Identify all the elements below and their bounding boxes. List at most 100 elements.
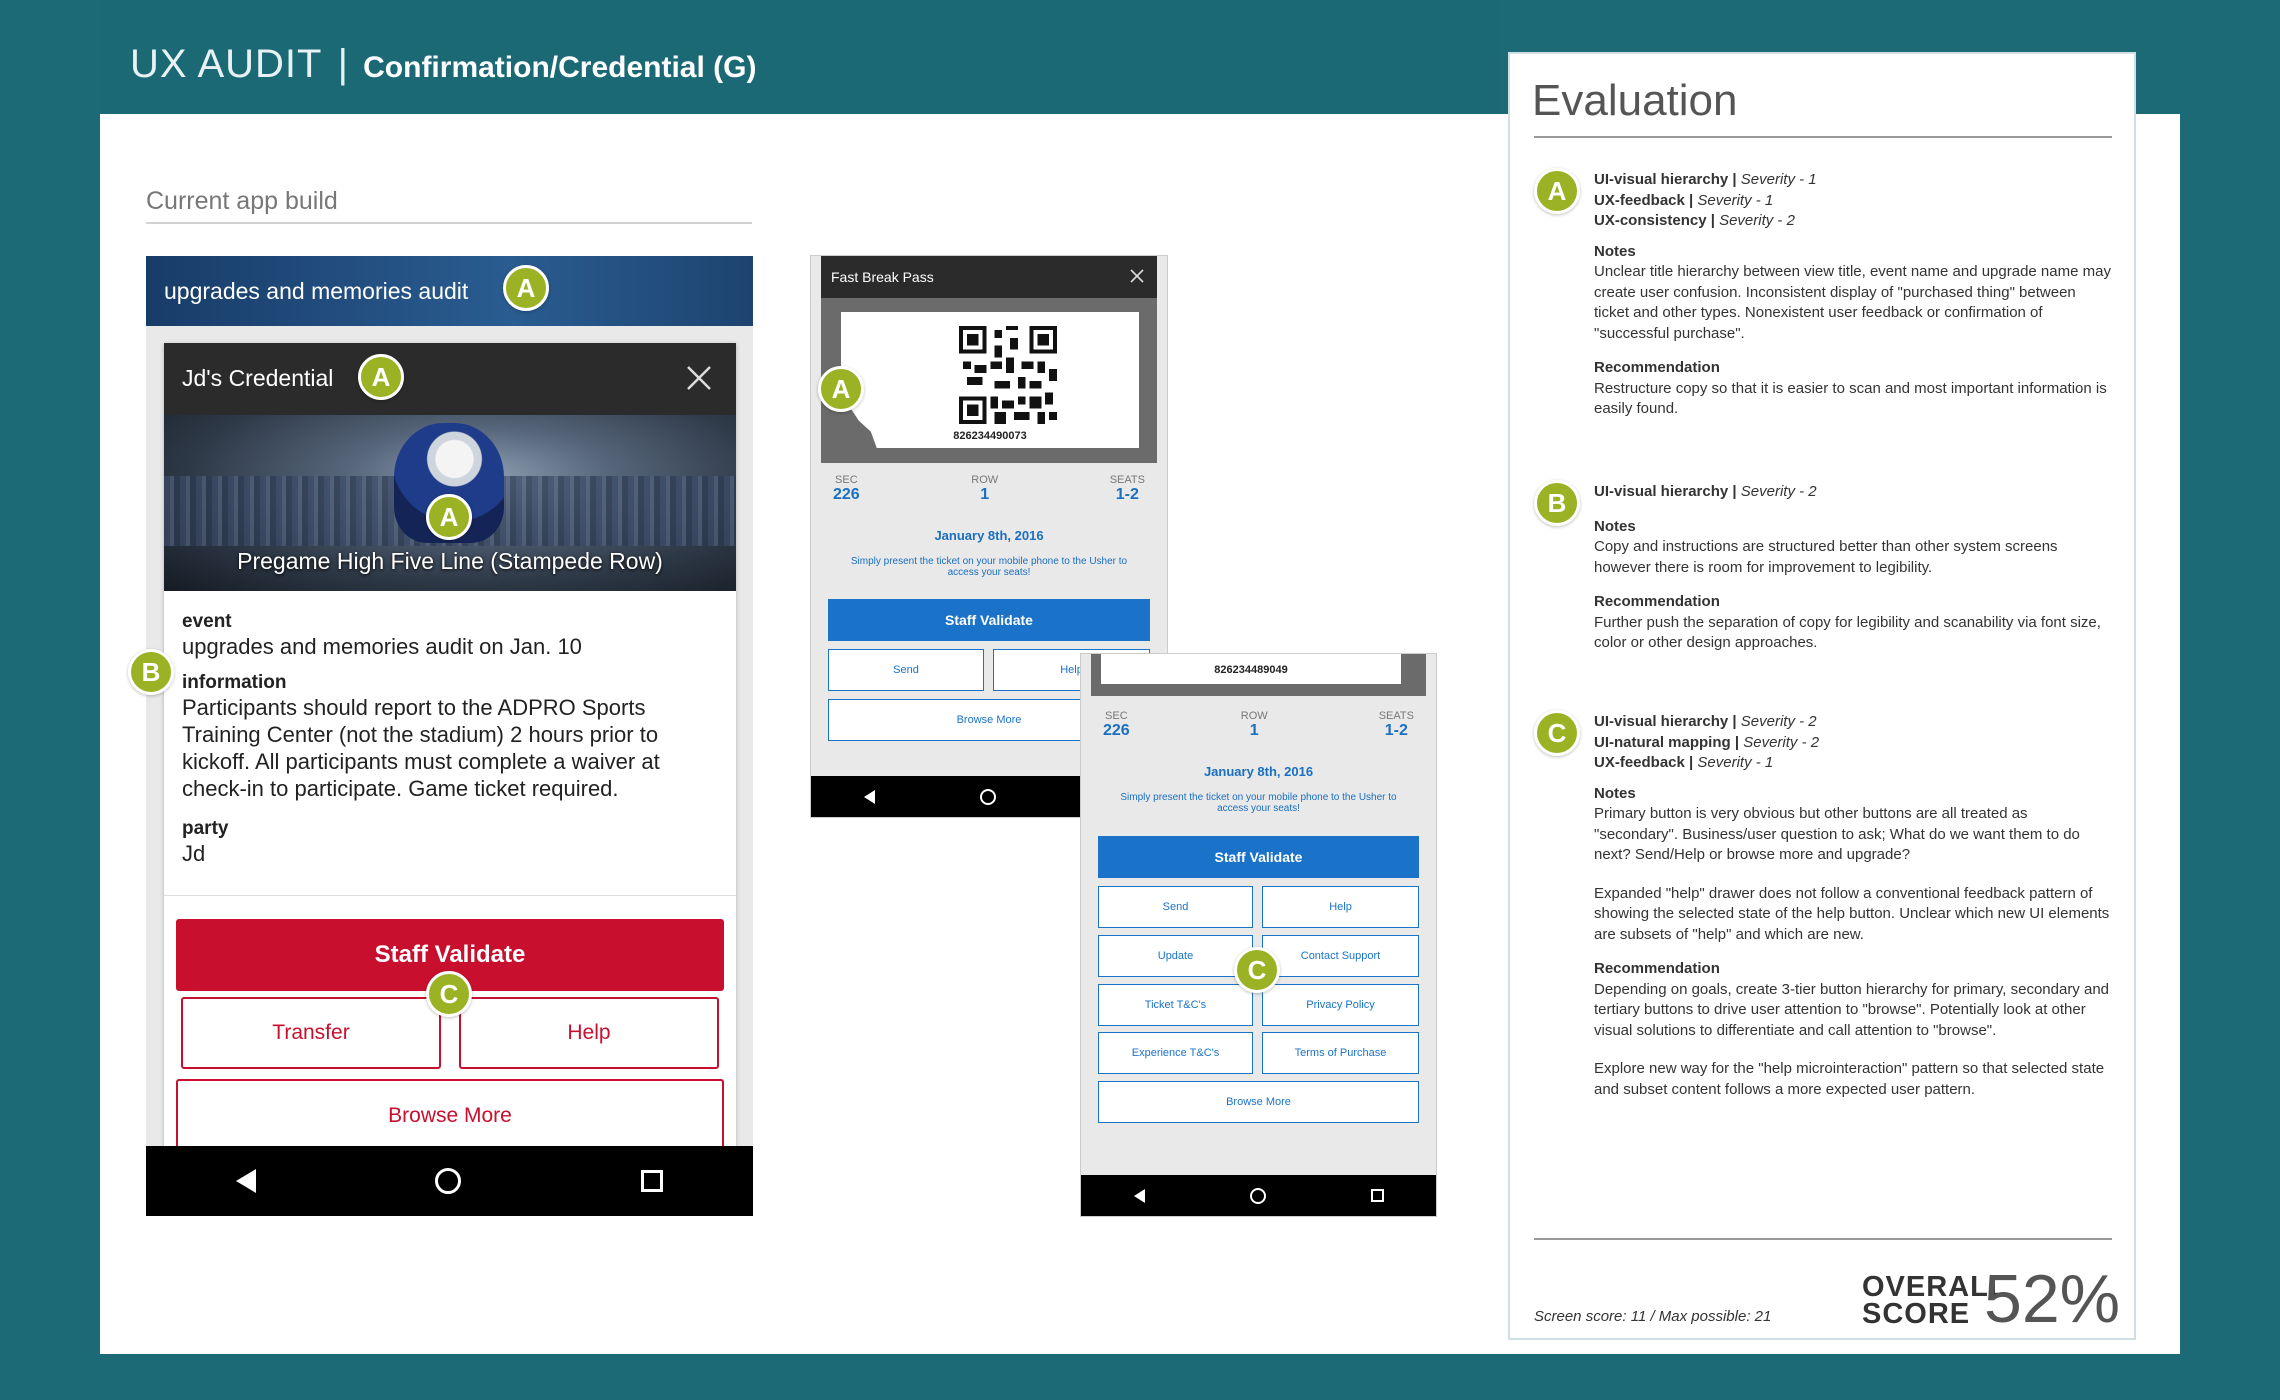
screen-score: Screen score: 11 / Max possible: 21 <box>1534 1308 1772 1325</box>
title-screen-name: Confirmation/Credential (G) <box>363 51 757 84</box>
heuristic-name: UX-feedback | <box>1594 191 1694 209</box>
browse-more-button[interactable]: Browse More <box>1098 1081 1419 1123</box>
recommendation-text: Explore new way for the "help microinter… <box>1594 1060 2105 1098</box>
browse-more-button[interactable]: Browse More <box>176 1079 724 1151</box>
heuristic-line: UX-feedback | Severity - 1 <box>1594 191 2114 212</box>
notes-label: Notes <box>1594 242 1636 260</box>
send-button[interactable]: Send <box>1098 886 1253 928</box>
update-button[interactable]: Update <box>1098 935 1253 977</box>
ticket-stub: 826234490073 <box>841 312 1139 448</box>
severity: Severity - 2 <box>1719 212 1795 229</box>
recommendation-label: Recommendation <box>1594 359 1720 376</box>
evaluation-b: UI-visual hierarchy | Severity - 2 Notes… <box>1594 482 2114 654</box>
heuristic-line: UI-natural mapping | Severity - 2 <box>1594 733 2114 754</box>
severity: Severity - 2 <box>1740 483 1817 500</box>
severity: Severity - 1 <box>1697 754 1774 771</box>
seats-value: 1-2 <box>1384 722 1408 739</box>
title-audit: UX AUDIT <box>130 42 323 86</box>
back-icon[interactable] <box>1133 1188 1145 1203</box>
phone-help-expanded: 826234489049 SEC 226 ROW 1 SEATS 1-2 Januar… <box>1081 654 1436 1216</box>
event-value: upgrades and memories audit on Jan. 10 <box>182 634 582 659</box>
heuristic-line: UI-visual hierarchy | Severity - 1 <box>1594 170 2114 191</box>
sec-label: SEC <box>835 474 858 486</box>
app-header: upgrades and memories audit <box>146 256 753 326</box>
severity: Severity - 1 <box>1740 171 1817 188</box>
sec-label: SEC <box>1105 710 1128 722</box>
sec-value: 226 <box>833 486 860 503</box>
information-label: information <box>182 672 287 693</box>
pass-title: Fast Break Pass <box>831 269 934 285</box>
row-value: 1 <box>1249 722 1259 739</box>
credential-card-header: Jd's Credential <box>164 343 736 415</box>
row-column: ROW 1 <box>971 474 998 504</box>
party-label: party <box>182 818 229 839</box>
title-separator: | <box>337 42 348 86</box>
information-value: Participants should report to the ADPRO … <box>182 695 660 801</box>
badge-a: A <box>426 494 472 540</box>
recommendation-text: Restructure copy so that it is easier to… <box>1594 379 2107 418</box>
staff-validate-button[interactable]: Staff Validate <box>828 599 1150 641</box>
heuristic-name: UI-natural mapping | <box>1594 733 1740 751</box>
app-header-title: upgrades and memories audit <box>164 278 469 304</box>
row-column: ROW 1 <box>1241 710 1268 740</box>
home-icon[interactable] <box>1249 1187 1266 1204</box>
seats-label: SEATS <box>1109 474 1145 486</box>
help-button[interactable]: Help <box>1262 886 1419 928</box>
contact-support-button[interactable]: Contact Support <box>1262 935 1419 977</box>
credential-title: Jd's Credential <box>182 365 334 391</box>
notes-text: Copy and instructions are structured bet… <box>1594 538 2058 576</box>
evaluation-panel: Evaluation A UI-visual hierarchy | Sever… <box>1508 52 2136 1340</box>
home-icon[interactable] <box>435 1168 462 1194</box>
terms-of-purchase-button[interactable]: Terms of Purchase <box>1262 1032 1419 1074</box>
android-nav-bar <box>146 1146 753 1216</box>
card-divider <box>164 895 736 896</box>
event-date: January 8th, 2016 <box>1203 764 1314 779</box>
send-button[interactable]: Send <box>828 649 984 691</box>
badge-a: A <box>1534 168 1580 214</box>
heuristic-name: UI-visual hierarchy | <box>1594 713 1737 730</box>
recent-apps-icon[interactable] <box>641 1170 664 1192</box>
credential-details: event upgrades and memories audit on Jan… <box>164 591 736 867</box>
close-icon[interactable] <box>1129 268 1145 284</box>
experience-terms-button[interactable]: Experience T&C's <box>1098 1032 1253 1074</box>
badge-a: A <box>503 265 549 311</box>
back-icon[interactable] <box>235 1169 256 1193</box>
row-value: 1 <box>980 486 990 503</box>
transfer-button[interactable]: Transfer <box>181 997 441 1069</box>
seats-value: 1-2 <box>1115 486 1139 503</box>
usher-note: Simply present the ticket on your mobile… <box>1120 792 1397 814</box>
seat-info: SEC 226 ROW 1 SEATS 1-2 <box>1091 710 1426 740</box>
privacy-policy-button[interactable]: Privacy Policy <box>1262 984 1419 1026</box>
home-icon[interactable] <box>979 788 996 805</box>
badge-b: B <box>1534 480 1580 526</box>
party-value: Jd <box>182 841 206 866</box>
phone-credential-screen: upgrades and memories audit Jd's Credent… <box>146 256 753 1216</box>
event-date: January 8th, 2016 <box>934 528 1044 543</box>
help-button[interactable]: Help <box>459 997 719 1069</box>
back-icon[interactable] <box>863 789 875 804</box>
row-label: ROW <box>971 474 999 486</box>
close-icon[interactable] <box>684 363 714 393</box>
hero-caption: Pregame High Five Line (Stampede Row) <box>237 548 663 574</box>
event-label: event <box>182 611 232 632</box>
evaluation-divider <box>1534 136 2112 138</box>
recent-apps-icon[interactable] <box>1370 1189 1384 1202</box>
sec-column: SEC 226 <box>833 474 860 504</box>
ticket-number: 826234489049 <box>1214 664 1288 676</box>
pass-header: Fast Break Pass <box>821 256 1157 298</box>
notes-text: Unclear title hierarchy between view tit… <box>1594 263 2111 342</box>
staff-validate-button[interactable]: Staff Validate <box>1098 836 1419 878</box>
qr-code-icon <box>959 326 1057 424</box>
android-nav-bar <box>1081 1175 1436 1216</box>
badge-a: A <box>818 366 864 412</box>
sec-value: 226 <box>1103 722 1130 739</box>
ticket-image: 826234489049 <box>1091 654 1426 696</box>
badge-a: A <box>358 354 404 400</box>
ticket-stub: 826234489049 <box>1101 654 1401 684</box>
recommendation-text: Depending on goals, create 3-tier button… <box>1594 980 2110 1039</box>
badge-b: B <box>128 649 174 695</box>
severity: Severity - 2 <box>1743 733 1820 751</box>
badge-c: C <box>1534 710 1580 756</box>
ticket-terms-button[interactable]: Ticket T&C's <box>1098 984 1253 1026</box>
notes-text: Expanded "help" drawer does not follow a… <box>1594 884 2110 943</box>
